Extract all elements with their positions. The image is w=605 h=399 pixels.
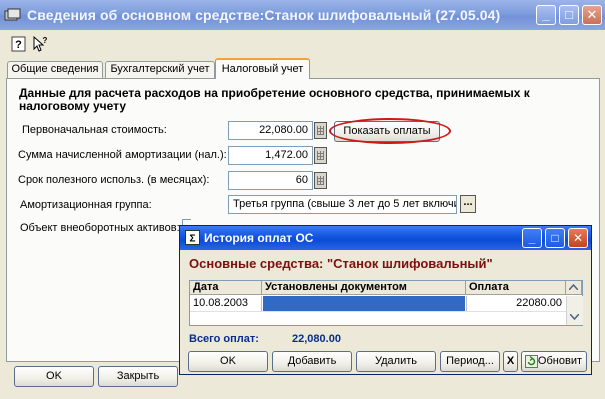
section-heading: Данные для расчета расходов на приобрете… [19, 86, 530, 113]
total-value: 22,080.00 [292, 333, 341, 345]
column-header-document[interactable]: Установлены документом [262, 281, 466, 295]
column-header-amount[interactable]: Оплата [466, 281, 566, 295]
calculator-icon[interactable] [314, 122, 327, 139]
object-label: Объект внеоборотных активов: [20, 222, 180, 234]
select-group-button[interactable]: ... [460, 195, 476, 213]
calculator-icon[interactable] [314, 147, 327, 164]
scroll-up-icon[interactable] [566, 281, 582, 295]
calculator-icon[interactable] [314, 172, 327, 189]
minimize-button[interactable]: _ [536, 5, 556, 25]
depreciation-group-field[interactable]: Третья группа (свыше 3 лет до 5 лет вклю… [228, 195, 457, 214]
app-icon [4, 8, 21, 21]
dialog-heading: Основные средства: "Станок шлифовальный" [189, 256, 493, 271]
dialog-title-bar[interactable]: Σ История оплат ОС _ □ ✕ [180, 226, 591, 250]
tab-accounting[interactable]: Бухгалтерский учет [105, 61, 215, 78]
row-divider [190, 311, 566, 312]
useful-life-label: Срок полезного использ. (в месяцах): [18, 174, 210, 186]
vertical-scrollbar[interactable] [566, 296, 583, 325]
refresh-label: Обновит [537, 355, 582, 367]
whats-this-icon[interactable]: ? [31, 35, 49, 53]
svg-text:Σ: Σ [189, 234, 195, 245]
period-button[interactable]: Период... [440, 351, 500, 372]
dialog-minimize-button[interactable]: _ [522, 228, 542, 248]
refresh-button[interactable]: Обновит [521, 351, 587, 372]
dialog-maximize-button[interactable]: □ [545, 228, 565, 248]
scroll-down-icon[interactable] [570, 314, 579, 320]
table-cell-document[interactable] [263, 296, 465, 311]
initial-cost-label: Первоначальная стоимость: [22, 124, 167, 136]
column-header-date[interactable]: Дата [190, 281, 262, 295]
help-icon[interactable]: ? [10, 35, 28, 53]
table-cell-date[interactable]: 10.08.2003 [190, 296, 262, 311]
depreciation-field[interactable]: 1,472.00 [228, 146, 313, 165]
dialog-app-icon: Σ [185, 230, 200, 245]
close-window-button[interactable]: Закрыть [98, 366, 178, 387]
depreciation-group-label: Амортизационная группа: [20, 199, 152, 211]
svg-text:?: ? [15, 39, 22, 51]
window-title: Сведения об основном средстве:Станок шли… [27, 7, 501, 23]
clear-period-button[interactable]: X [503, 351, 518, 372]
tab-general[interactable]: Общие сведения [7, 61, 103, 78]
useful-life-field[interactable]: 60 [228, 171, 313, 190]
delete-button[interactable]: Удалить [356, 351, 436, 372]
maximize-button[interactable]: □ [559, 5, 579, 25]
svg-text:?: ? [43, 36, 48, 45]
depreciation-label: Сумма начисленной амортизации (нал.): [18, 149, 227, 161]
add-button[interactable]: Добавить [272, 351, 352, 372]
dialog-close-button[interactable]: ✕ [568, 228, 588, 248]
main-title-bar[interactable]: Сведения об основном средстве:Станок шли… [0, 0, 605, 30]
table-cell-amount[interactable]: 22080.00 [466, 296, 566, 311]
total-label: Всего оплат: [189, 333, 259, 345]
tab-tax-accounting[interactable]: Налоговый учет [215, 58, 310, 79]
dialog-title: История оплат ОС [204, 231, 314, 245]
close-button[interactable]: ✕ [582, 5, 602, 25]
refresh-icon [525, 355, 538, 368]
highlight-circle [329, 118, 451, 144]
initial-cost-field[interactable]: 22,080.00 [228, 121, 313, 140]
ok-button[interactable]: OK [14, 366, 94, 387]
dialog-ok-button[interactable]: OK [188, 351, 268, 372]
